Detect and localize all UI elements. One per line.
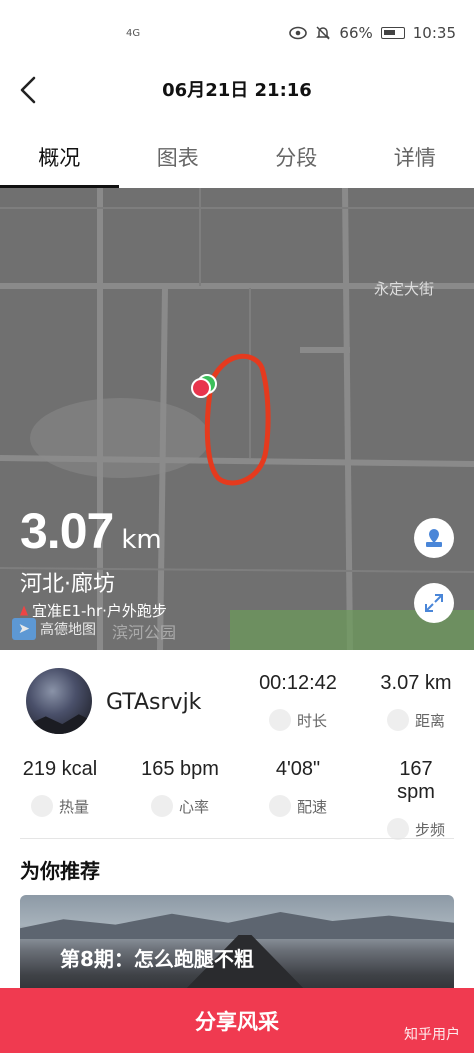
eye-icon bbox=[289, 26, 308, 40]
stat-value: 4'08" bbox=[275, 758, 321, 780]
location-pin-icon bbox=[426, 529, 442, 547]
heart-icon bbox=[150, 795, 173, 817]
shoe-icon bbox=[386, 709, 409, 731]
stat-cadence: 167 spm 步频 bbox=[378, 758, 454, 840]
mountain-image bbox=[20, 912, 454, 939]
stat-calories: 219 kcal 热量 bbox=[20, 758, 100, 817]
summary-card: GTAsrvjk 00:12:42 时长 3.07 km 距离 219 kcal… bbox=[0, 650, 474, 995]
recommend-title: 为你推荐 bbox=[20, 859, 100, 883]
stat-value: 167 spm bbox=[397, 758, 435, 803]
distance-value: 3.07 bbox=[20, 503, 114, 559]
page-title: 06月21日 21:16 bbox=[162, 80, 312, 101]
tab-segments[interactable]: 分段 bbox=[237, 126, 356, 188]
signal-indicator: 4G bbox=[126, 28, 141, 39]
divider bbox=[20, 838, 454, 839]
flame-icon bbox=[30, 795, 53, 817]
header: 06月21日 21:16 bbox=[0, 62, 474, 118]
clock-time: 10:35 bbox=[412, 24, 456, 42]
stat-value: 219 kcal bbox=[22, 758, 98, 780]
status-bar: 4G 66% 10:35 bbox=[0, 0, 474, 62]
bell-off-icon bbox=[316, 26, 331, 40]
tab-overview[interactable]: 概况 bbox=[0, 126, 119, 188]
watermark: 知乎用户 bbox=[404, 1027, 460, 1043]
recommend-card[interactable]: 第8期：怎么跑腿不粗 bbox=[20, 895, 454, 995]
expand-map-button[interactable] bbox=[414, 583, 454, 623]
tab-details[interactable]: 详情 bbox=[356, 126, 474, 188]
navigation-arrow-icon: ➤ bbox=[12, 618, 36, 640]
stat-value: 165 bpm bbox=[141, 758, 219, 780]
speedometer-icon bbox=[268, 795, 291, 817]
stat-label: 步频 bbox=[414, 820, 445, 839]
stat-duration: 00:12:42 时长 bbox=[258, 672, 338, 731]
stat-value: 3.07 km bbox=[380, 672, 452, 694]
battery-icon bbox=[380, 27, 405, 39]
share-button[interactable]: 分享风采 bbox=[0, 988, 474, 1053]
share-label: 分享风采 bbox=[195, 1009, 279, 1034]
status-right: 66% 10:35 bbox=[289, 24, 456, 42]
distance-display: 3.07 km bbox=[20, 502, 162, 560]
stat-label: 距离 bbox=[414, 711, 445, 730]
road-label: 永定大街 bbox=[374, 280, 435, 298]
stat-label: 心率 bbox=[178, 797, 209, 816]
map-provider-name: 高德地图 bbox=[40, 622, 96, 638]
stat-label: 配速 bbox=[296, 797, 327, 816]
clock-icon bbox=[268, 709, 291, 731]
stat-pace: 4'08" 配速 bbox=[258, 758, 338, 817]
avatar[interactable] bbox=[26, 668, 92, 734]
expand-icon bbox=[425, 594, 443, 612]
park-label: 滨河公园 bbox=[112, 623, 177, 642]
recommend-card-title: 第8期：怎么跑腿不粗 bbox=[60, 947, 254, 971]
device-marker-icon bbox=[20, 605, 28, 616]
stat-label: 热量 bbox=[58, 797, 89, 816]
map-provider-logo: ➤ 高德地图 bbox=[12, 618, 96, 640]
stat-value: 00:12:42 bbox=[259, 672, 337, 694]
tab-charts[interactable]: 图表 bbox=[119, 126, 238, 188]
region-label: 河北·廊坊 bbox=[20, 572, 115, 597]
stat-heart-rate: 165 bpm 心率 bbox=[140, 758, 220, 817]
footprints-icon bbox=[386, 818, 409, 840]
username: GTAsrvjk bbox=[106, 690, 202, 715]
tab-bar: 概况 图表 分段 详情 bbox=[0, 126, 474, 188]
locate-button[interactable] bbox=[414, 518, 454, 558]
distance-unit: km bbox=[121, 525, 162, 555]
stat-label: 时长 bbox=[296, 711, 327, 730]
battery-percent: 66% bbox=[339, 24, 373, 42]
stat-distance: 3.07 km 距离 bbox=[378, 672, 454, 731]
